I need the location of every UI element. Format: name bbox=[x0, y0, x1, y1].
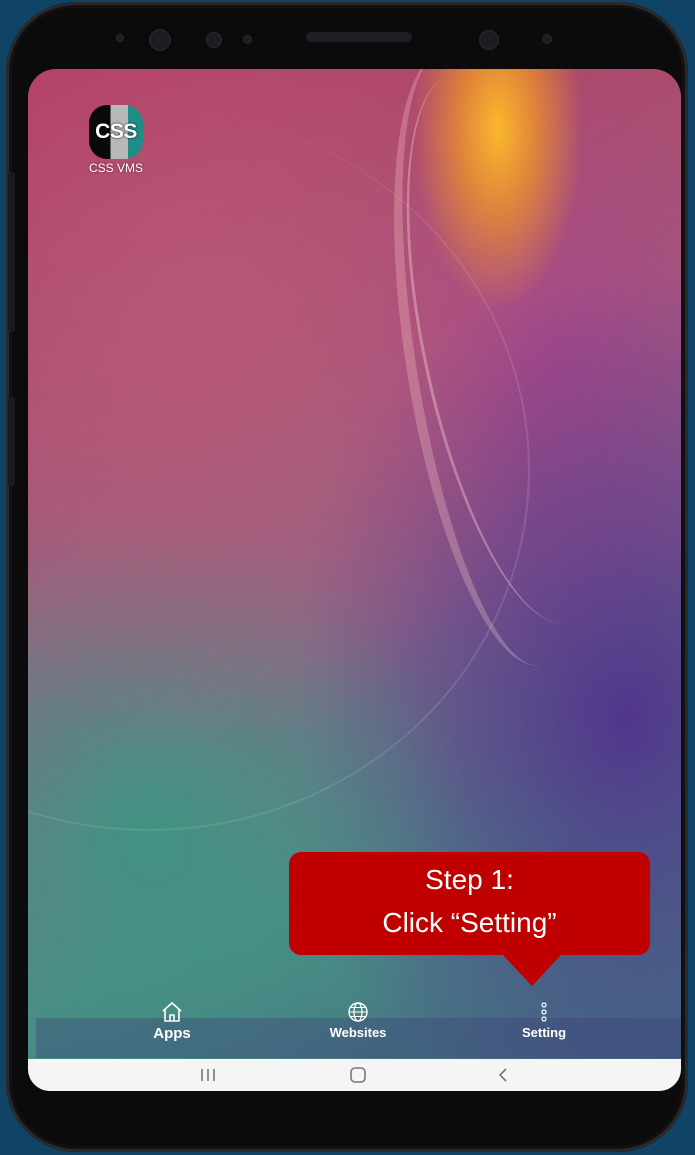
iris-sensor-icon bbox=[149, 29, 171, 51]
instruction-callout: Step 1: Click “Setting” bbox=[289, 852, 650, 955]
dock-label-setting: Setting bbox=[521, 1025, 567, 1040]
app-icon-text: CSS bbox=[95, 120, 137, 143]
front-camera-icon bbox=[479, 30, 499, 50]
bixby-button bbox=[8, 397, 15, 487]
volume-button bbox=[8, 172, 15, 332]
home-icon bbox=[162, 1002, 182, 1022]
dock-label-websites: Websites bbox=[329, 1025, 387, 1040]
proximity-sensor-icon bbox=[206, 32, 222, 48]
sensor-icon bbox=[116, 34, 124, 42]
sensor-icon bbox=[542, 34, 552, 44]
back-icon[interactable] bbox=[473, 1059, 533, 1091]
css-vms-app-icon[interactable]: CSS bbox=[89, 105, 143, 159]
callout-step-text: Step 1: bbox=[425, 864, 514, 895]
dock-item-setting[interactable]: Setting bbox=[484, 1000, 604, 1040]
home-button-icon[interactable] bbox=[328, 1059, 388, 1091]
system-navigation-bar bbox=[28, 1059, 681, 1091]
dock-item-apps[interactable]: Apps bbox=[112, 1000, 232, 1042]
phone-frame: CSS CSS VMS Apps Websites Setting bbox=[6, 2, 688, 1152]
callout-pointer-arrow bbox=[502, 954, 562, 986]
recent-apps-icon[interactable] bbox=[178, 1059, 238, 1091]
globe-icon bbox=[348, 1002, 368, 1022]
dock-item-websites[interactable]: Websites bbox=[298, 1000, 418, 1040]
earpiece-speaker bbox=[306, 32, 412, 42]
light-sensor-icon bbox=[243, 35, 252, 44]
more-vertical-icon bbox=[541, 1002, 547, 1022]
callout-action-text: Click “Setting” bbox=[382, 907, 557, 938]
stage: CSS CSS VMS Apps Websites Setting Step 1… bbox=[0, 0, 695, 1155]
app-label: CSS VMS bbox=[88, 161, 143, 175]
dock-label-apps: Apps bbox=[153, 1025, 191, 1042]
